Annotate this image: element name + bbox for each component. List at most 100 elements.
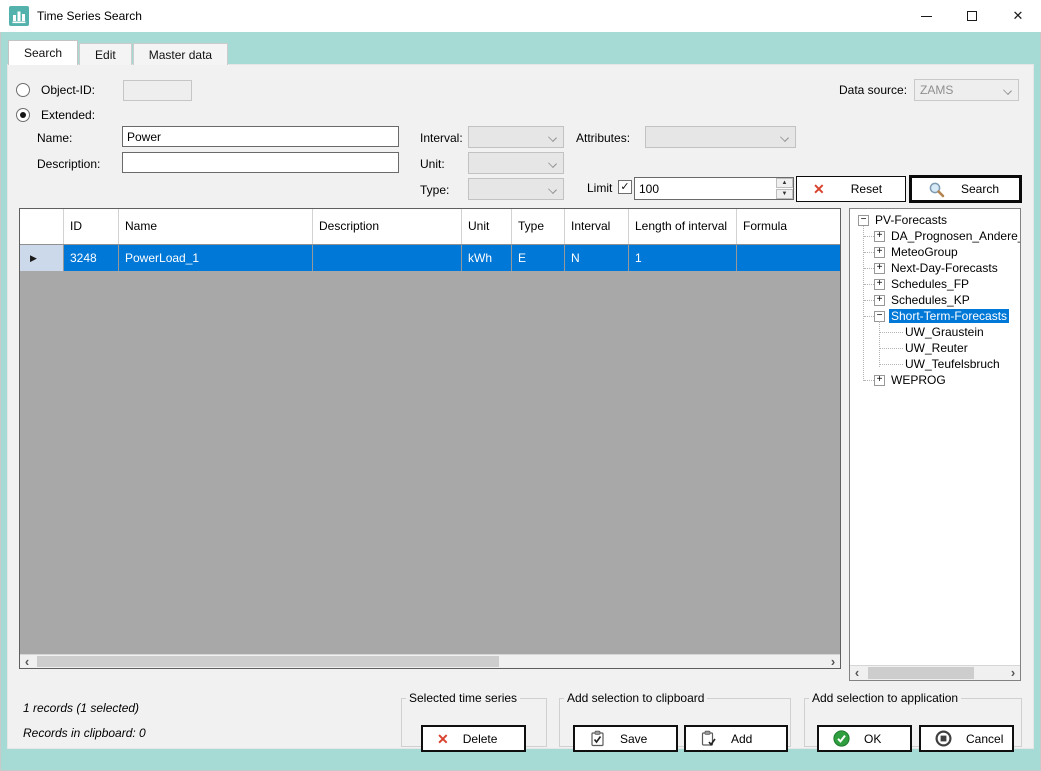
scroll-left-arrow-icon[interactable]: ‹ [850,666,864,680]
selected-time-series-group: Selected time series ✕ Delete [401,691,547,752]
extended-radio[interactable] [16,108,30,122]
expand-icon[interactable]: + [874,278,885,290]
cell-unit[interactable]: kWh [462,245,512,271]
tree-connector [864,267,874,269]
tab-master-data[interactable]: Master data [132,43,229,65]
cell-type[interactable]: E [512,245,565,271]
tree-item-da-prognosen-andere[interactable]: + DA_Prognosen_Andere_ [850,228,1020,244]
app-bar-chart-icon [9,6,29,26]
tree-item-schedules-fp[interactable]: + Schedules_FP [850,276,1020,292]
tree-item-label[interactable]: UW_Teufelsbruch [903,357,1002,371]
spin-up-button[interactable]: ▲ [776,178,793,188]
data-source-combobox[interactable]: ZAMS [914,79,1019,101]
column-header-id[interactable]: ID [64,209,119,244]
tree-item-uw-reuter[interactable]: UW_Reuter [850,340,1020,356]
tab-edit[interactable]: Edit [79,43,132,65]
column-header-description[interactable]: Description [313,209,462,244]
cell-interval[interactable]: N [565,245,629,271]
interval-combobox[interactable] [468,126,564,148]
tree-item-label[interactable]: Schedules_FP [889,277,971,291]
expand-icon[interactable]: + [874,262,885,274]
save-button[interactable]: Save [573,725,678,752]
tree-item-next-day-forecasts[interactable]: + Next-Day-Forecasts [850,260,1020,276]
tab-strip: Search Edit Master data [8,40,229,65]
limit-input[interactable] [634,177,794,200]
tree-item-label[interactable]: Schedules_KP [889,293,972,307]
tab-search[interactable]: Search [8,40,79,65]
tree-item-label[interactable]: Next-Day-Forecasts [889,261,1000,275]
tree-item-short-term-forecasts[interactable]: − Short-Term-Forecasts [850,308,1020,324]
cell-description[interactable] [313,245,462,271]
cell-length-of-interval[interactable]: 1 [629,245,737,271]
search-tab-panel: Object-ID: Data source: ZAMS Extended: N… [7,64,1034,752]
column-header-formula[interactable]: Formula [737,209,840,244]
column-header-unit[interactable]: Unit [462,209,512,244]
name-input[interactable] [122,126,399,147]
delete-button-label: Delete [462,731,498,746]
scroll-right-arrow-icon[interactable]: › [1006,666,1020,680]
tree-item-label[interactable]: PV-Forecasts [873,213,949,227]
column-header-name[interactable]: Name [119,209,313,244]
search-button-label: Search [961,182,1000,196]
expand-icon[interactable]: + [874,230,885,242]
tree-item-label[interactable]: WEPROG [889,373,948,387]
description-input[interactable] [122,152,399,173]
limit-checkbox[interactable]: ✓ [618,180,632,194]
cancel-button[interactable]: Cancel [919,725,1014,752]
unit-combobox[interactable] [468,152,564,174]
expand-icon[interactable]: + [874,374,885,386]
cell-id[interactable]: 3248 [64,245,119,271]
expand-icon[interactable]: + [874,246,885,258]
tree-connector [864,235,874,237]
ok-button[interactable]: OK [817,725,912,752]
data-source-value: ZAMS [920,83,954,97]
chevron-down-icon [548,185,557,194]
magnifier-icon [929,182,945,197]
cell-formula[interactable] [737,245,840,271]
tree-horizontal-scrollbar[interactable]: ‹ › [850,665,1020,680]
tree-item-uw-graustein[interactable]: UW_Graustein [850,324,1020,340]
tree-scrollbar-thumb[interactable] [868,667,974,679]
tree-item-label[interactable]: UW_Graustein [903,325,986,339]
grid-header: ID Name Description Unit Type Interval L… [20,209,840,245]
tree-connector [864,299,874,301]
delete-button[interactable]: ✕ Delete [421,725,526,752]
grid-horizontal-scrollbar[interactable]: ‹ › [20,654,840,668]
column-header-type[interactable]: Type [512,209,565,244]
add-button[interactable]: Add [684,725,788,752]
cell-name[interactable]: PowerLoad_1 [119,245,313,271]
forecast-tree: − PV-Forecasts + DA_Prognosen_Andere_ + … [849,208,1021,681]
tree-item-meteogroup[interactable]: + MeteoGroup [850,244,1020,260]
close-button[interactable]: ✕ [995,0,1041,32]
results-grid: ID Name Description Unit Type Interval L… [19,208,841,669]
maximize-button[interactable] [949,0,995,32]
tree-item-label[interactable]: MeteoGroup [889,245,960,259]
grid-scrollbar-thumb[interactable] [37,656,499,667]
cancel-button-label: Cancel [966,731,1004,746]
tree-item-label-selected[interactable]: Short-Term-Forecasts [889,309,1010,323]
search-button[interactable]: Search [909,175,1022,203]
tree-item-label[interactable]: DA_Prognosen_Andere_ [889,229,1020,243]
unit-label: Unit: [420,157,445,171]
object-id-input[interactable] [123,80,192,101]
tree-item-schedules-kp[interactable]: + Schedules_KP [850,292,1020,308]
column-header-interval[interactable]: Interval [565,209,629,244]
scroll-right-arrow-icon[interactable]: › [826,655,840,668]
collapse-icon[interactable]: − [874,310,885,322]
type-combobox[interactable] [468,178,564,200]
row-selector-cell[interactable]: ▶ [20,245,64,271]
tree-item-weprog[interactable]: + WEPROG [850,372,1020,388]
expand-icon[interactable]: + [874,294,885,306]
scroll-left-arrow-icon[interactable]: ‹ [20,655,34,668]
object-id-radio[interactable] [16,83,30,97]
tree-item-pv-forecasts[interactable]: − PV-Forecasts [850,212,1020,228]
reset-button[interactable]: ✕ Reset [796,176,906,202]
collapse-icon[interactable]: − [858,214,869,226]
tree-item-label[interactable]: UW_Reuter [903,341,970,355]
table-row[interactable]: ▶ 3248 PowerLoad_1 kWh E N 1 [20,245,840,271]
tree-item-uw-teufelsbruch[interactable]: UW_Teufelsbruch [850,356,1020,372]
minimize-button[interactable] [903,0,949,32]
column-header-length-of-interval[interactable]: Length of interval [629,209,737,244]
spin-down-button[interactable]: ▼ [776,189,793,199]
attributes-combobox[interactable] [645,126,796,148]
